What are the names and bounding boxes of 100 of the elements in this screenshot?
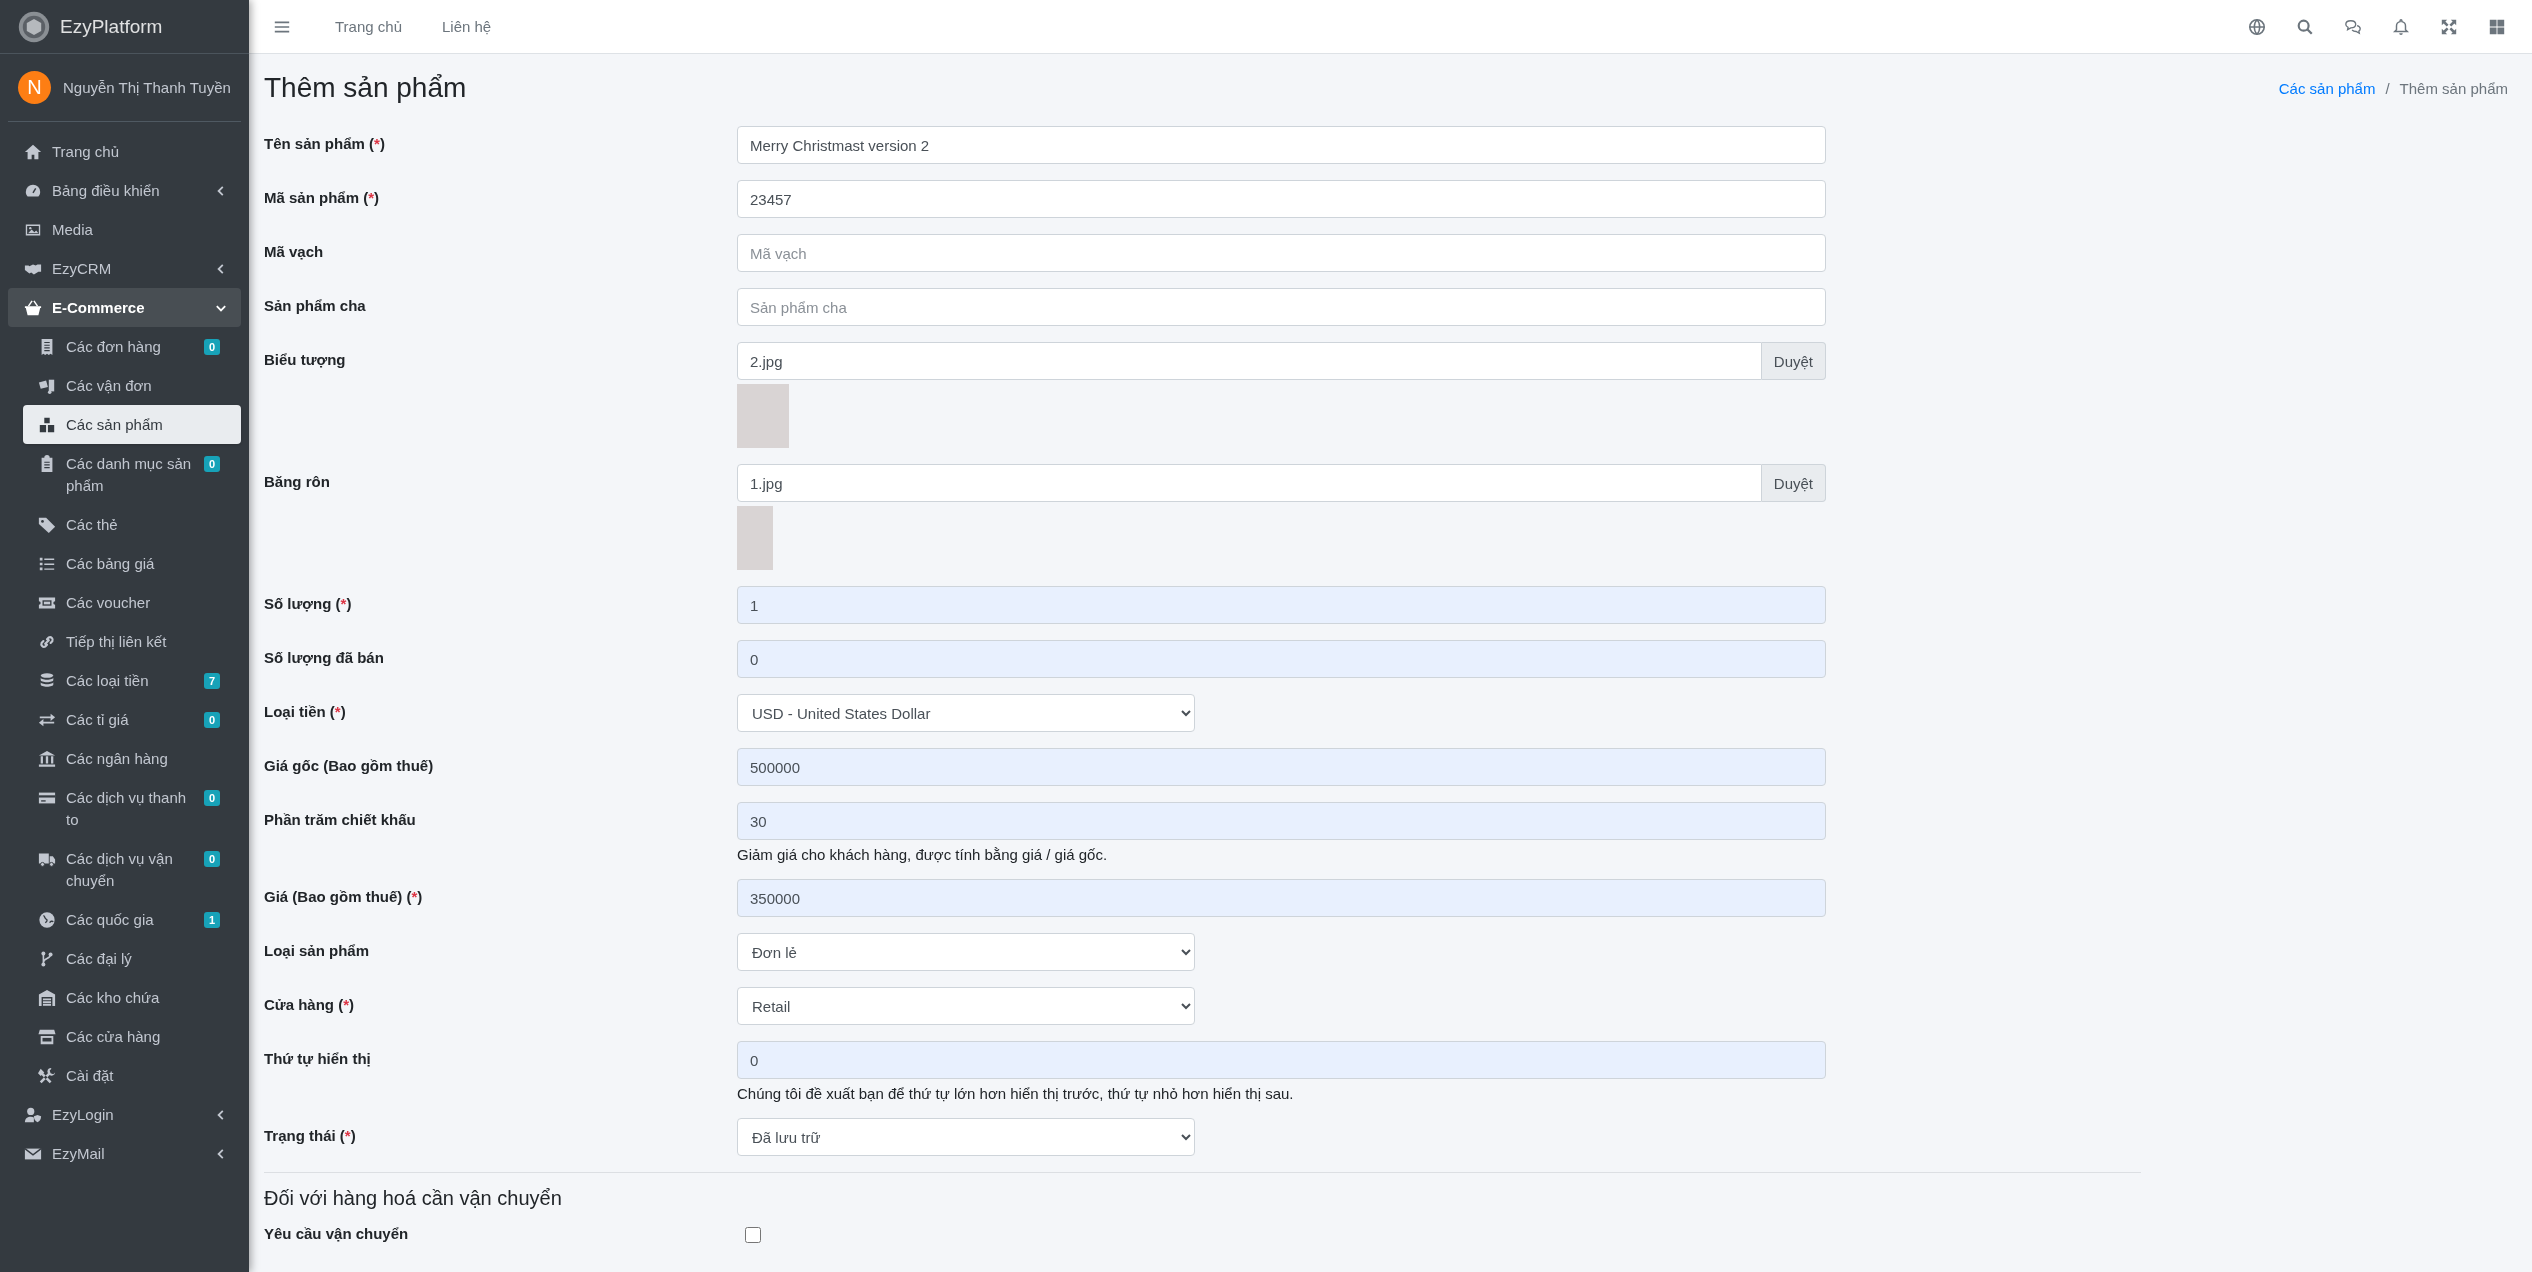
text-field[interactable]: 23457: [737, 180, 1826, 218]
nav-item[interactable]: Các danh mục sản phẩm 0: [8, 444, 241, 505]
text-field[interactable]: 350000: [737, 879, 1826, 917]
nav-item[interactable]: Cài đặt: [8, 1056, 241, 1095]
nav-item[interactable]: Các quốc gia 1: [8, 900, 241, 939]
coins-icon: [38, 671, 56, 690]
logo-icon: [18, 10, 50, 43]
user-shield-icon: [24, 1105, 42, 1124]
dropdown[interactable]: USD - United States Dollar: [737, 694, 1195, 732]
bank-icon: [38, 749, 56, 768]
text-field[interactable]: Mã vạch: [737, 234, 1826, 272]
field-label: Mã sản phẩm: [264, 189, 360, 206]
page-title: Thêm sản phẩm: [264, 72, 467, 104]
dropdown[interactable]: Đơn lẻ: [737, 933, 1195, 971]
breadcrumb-separator: /: [2385, 79, 2390, 97]
nav-item[interactable]: Các dịch vụ vận chuyển 0: [8, 839, 241, 900]
text-field[interactable]: 0: [737, 640, 1826, 678]
tag-icon: [38, 515, 56, 534]
field-label: Yêu cầu vận chuyển: [264, 1225, 409, 1242]
search-icon[interactable]: [2296, 17, 2314, 36]
expand-icon[interactable]: [2440, 17, 2458, 36]
text-field[interactable]: 1: [737, 586, 1826, 624]
nav-item[interactable]: Các thẻ: [8, 505, 241, 544]
file-name-field[interactable]: 2.jpg: [737, 342, 1762, 380]
required-mark: (*): [362, 189, 380, 206]
home-icon: [24, 142, 42, 161]
count-badge: 7: [204, 672, 221, 689]
field-label: Giá gốc (Bao gồm thuế): [264, 757, 434, 774]
nav-item[interactable]: Các đại lý: [8, 939, 241, 978]
branch-icon: [38, 949, 56, 968]
required-mark: (*): [338, 1127, 356, 1144]
nav-item[interactable]: EzyMail: [8, 1134, 241, 1173]
field-label: Biểu tượng: [264, 351, 346, 368]
store-icon: [38, 1027, 56, 1046]
nav-item[interactable]: Các kho chứa: [8, 978, 241, 1017]
nav-item[interactable]: Bảng điều khiển: [8, 171, 241, 210]
warehouse-icon: [38, 988, 56, 1007]
required-mark: (*): [334, 595, 352, 612]
text-field[interactable]: Merry Christmast version 2: [737, 126, 1826, 164]
nav-item[interactable]: Các cửa hàng: [8, 1017, 241, 1056]
nav-item[interactable]: Trang chủ: [8, 132, 241, 171]
boxes-icon: [38, 415, 56, 434]
field-label: Phần trăm chiết khấu: [264, 811, 416, 828]
photo-placeholder: [737, 384, 789, 448]
nav-item[interactable]: Tiếp thị liên kết: [8, 622, 241, 661]
nav-item[interactable]: Các vận đơn: [8, 366, 241, 405]
required-mark: (*): [337, 996, 355, 1013]
brand-name[interactable]: EzyPlatform: [60, 15, 163, 38]
field-label: Giá (Bao gồm thuế): [264, 888, 403, 905]
nav-link[interactable]: Liên hệ: [442, 18, 492, 35]
nav-item[interactable]: EzyLogin: [8, 1095, 241, 1134]
field-label: Băng rôn: [264, 473, 330, 490]
required-mark: (*): [368, 135, 385, 152]
nav-item[interactable]: Media: [8, 210, 241, 249]
field-label: Cửa hàng: [264, 996, 335, 1013]
nav-item[interactable]: Các sản phẩm: [23, 405, 241, 444]
user-name[interactable]: Nguyễn Thị Thanh Tuyền: [63, 79, 231, 96]
chat-icon[interactable]: [2344, 17, 2362, 36]
nav-item[interactable]: Các bảng giá: [8, 544, 241, 583]
text-field[interactable]: Sản phẩm cha: [737, 288, 1826, 326]
browse-button[interactable]: Duyệt: [1761, 464, 1826, 502]
nav-item[interactable]: Các dịch vụ thanh to 0: [8, 778, 241, 839]
text-field[interactable]: 30: [737, 802, 1826, 840]
nav-item[interactable]: Các ngân hàng: [8, 739, 241, 778]
breadcrumb-link[interactable]: Các sản phẩm: [2278, 79, 2376, 97]
text-field[interactable]: 0: [737, 1041, 1826, 1079]
count-badge: 0: [204, 338, 221, 355]
basket-icon: [24, 298, 42, 317]
field-label: Mã vạch: [264, 243, 324, 260]
section-heading: Đối với hàng hoá cần vận chuyển: [264, 1187, 563, 1210]
checkbox[interactable]: [745, 1227, 761, 1243]
nav-item[interactable]: Các voucher: [8, 583, 241, 622]
globe-icon: [38, 910, 56, 929]
field-label: Tên sản phẩm: [264, 135, 365, 152]
field-label: Thứ tự hiển thị: [264, 1050, 371, 1067]
dropdown[interactable]: Retail: [737, 987, 1195, 1025]
file-name-field[interactable]: 1.jpg: [737, 464, 1762, 502]
photo-placeholder: [737, 506, 773, 570]
count-badge: 0: [204, 711, 221, 728]
field-label: Số lượng đã bán: [264, 649, 384, 666]
count-badge: 0: [204, 455, 221, 472]
nav-item[interactable]: EzyCRM: [8, 249, 241, 288]
nav-item[interactable]: Các đơn hàng 0: [8, 327, 241, 366]
required-mark: (*): [405, 888, 423, 905]
bell-icon[interactable]: [2392, 17, 2410, 36]
count-badge: 1: [204, 911, 221, 928]
field-label: Số lượng: [264, 595, 332, 612]
globe-icon[interactable]: [2248, 17, 2266, 36]
field-label: Trạng thái: [264, 1127, 336, 1144]
field-label: Sản phẩm cha: [264, 297, 366, 314]
nav-item[interactable]: E-Commerce: [8, 288, 241, 327]
nav-link[interactable]: Trang chủ: [335, 18, 402, 35]
tools-icon: [38, 1066, 56, 1085]
grid-icon[interactable]: [2488, 17, 2506, 36]
dropdown[interactable]: Đã lưu trữ: [737, 1118, 1195, 1156]
browse-button[interactable]: Duyệt: [1761, 342, 1826, 380]
text-field[interactable]: 500000: [737, 748, 1826, 786]
nav-item[interactable]: Các tỉ giá 0: [8, 700, 241, 739]
nav-item[interactable]: Các loại tiền 7: [8, 661, 241, 700]
breadcrumb-current: Thêm sản phẩm: [2399, 79, 2508, 97]
